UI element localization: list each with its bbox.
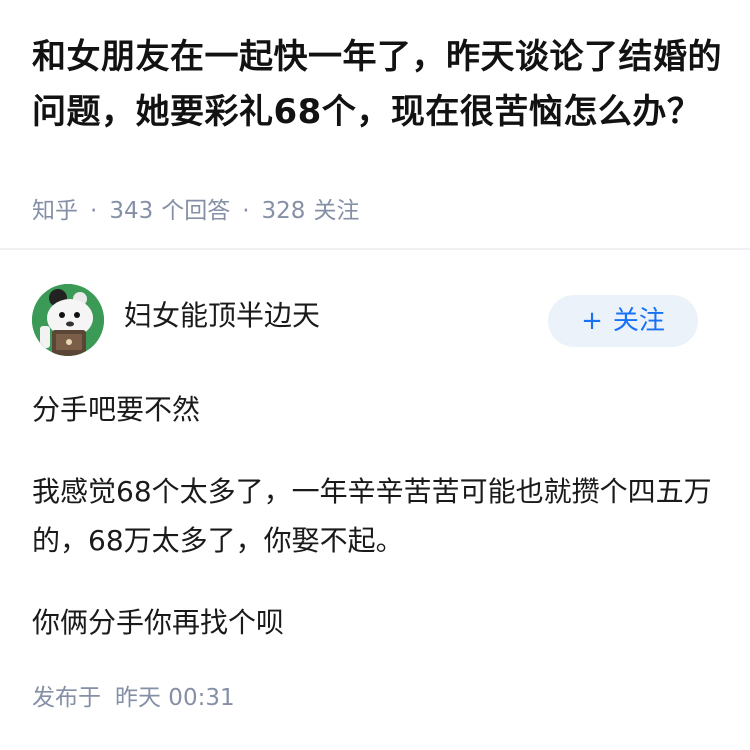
answer-paragraph: 分手吧要不然 (32, 393, 201, 426)
publish-time-value: 昨天 00:31 (115, 685, 235, 711)
follow-button-label: 关注 (612, 306, 665, 336)
follower-count: 328 (261, 198, 306, 224)
avatar[interactable] (32, 284, 104, 356)
meta-separator: · (242, 198, 250, 224)
answer-paragraph: 你俩分手你再找个呗 (32, 606, 285, 639)
meta-separator: · (90, 198, 98, 224)
question-meta: 知乎 · 343 个回答 · 328 关注 (32, 193, 359, 229)
question-title[interactable]: 和女朋友在一起快一年了，昨天谈论了结婚的问题，她要彩礼68个，现在很苦恼怎么办？ (32, 30, 722, 140)
plus-icon: + (581, 306, 603, 336)
answer-count-label: 个回答 (161, 198, 231, 224)
author-name[interactable]: 妇女能顶半边天 (124, 298, 320, 334)
follower-count-label: 关注 (313, 198, 360, 224)
question-header: 和女朋友在一起快一年了，昨天谈论了结婚的问题，她要彩礼68个，现在很苦恼怎么办？… (0, 0, 750, 250)
answer-count: 343 (109, 198, 154, 224)
source-label: 知乎 (32, 198, 78, 224)
publish-time-label: 发布于 (32, 685, 101, 711)
cartoon-character-avatar-icon (32, 284, 104, 356)
publish-time: 发布于 昨天 00:31 (32, 680, 235, 716)
follow-button[interactable]: + 关注 (548, 295, 698, 347)
answer-paragraph: 我感觉68个太多了，一年辛辛苦苦可能也就攒个四五万的，68万太多了，你娶不起。 (32, 475, 712, 557)
answer-author-bar: 妇女能顶半边天 + 关注 (0, 250, 750, 370)
